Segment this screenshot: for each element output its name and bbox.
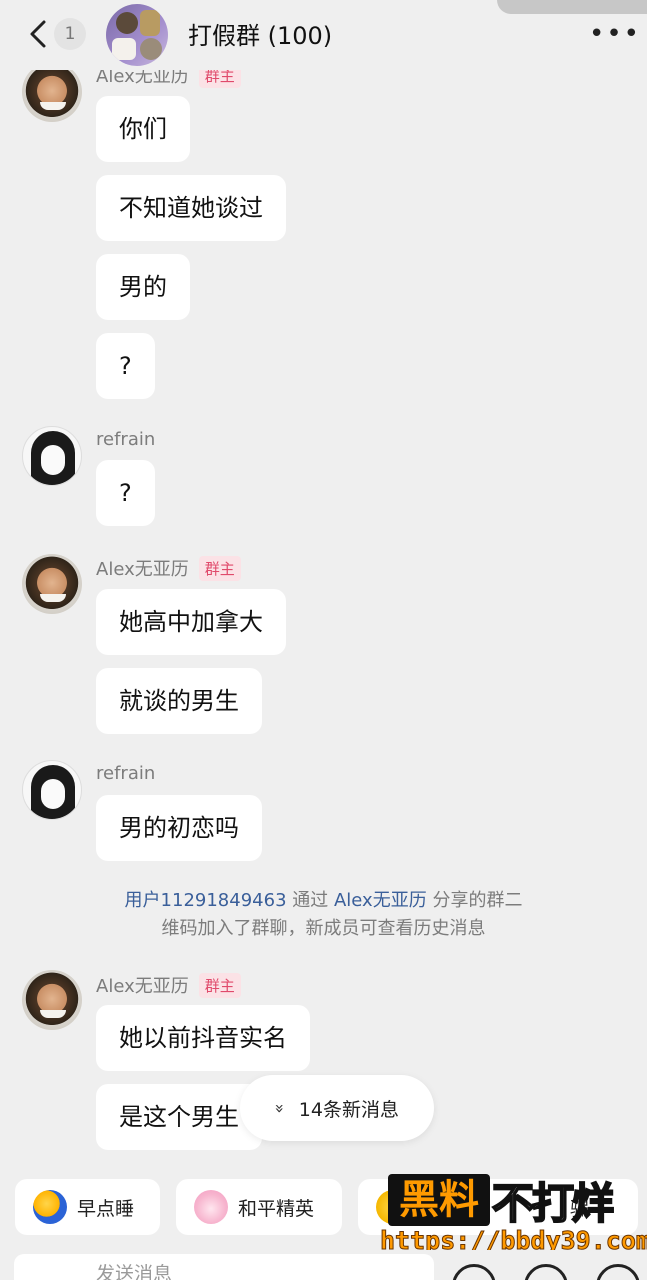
quick-reply-label: 和平精英 xyxy=(238,1197,315,1220)
plus-icon[interactable] xyxy=(596,1264,640,1280)
avatar[interactable] xyxy=(22,760,82,820)
message-bubble[interactable]: 男的初恋吗 xyxy=(96,795,262,861)
watermark-black-text: 黑料 xyxy=(388,1174,490,1226)
sender-name: Alex无亚历 群主 xyxy=(96,972,241,998)
sender-label: Alex无亚历 xyxy=(96,559,189,580)
status-pill xyxy=(497,0,647,14)
more-options-icon[interactable]: ••• xyxy=(589,21,641,47)
sender-name: refrain xyxy=(96,763,155,784)
quick-reply-chip[interactable]: 早点睡 xyxy=(15,1179,160,1235)
message-bubble[interactable]: ? xyxy=(96,460,155,526)
quick-reply-chip[interactable]: 和平精英 xyxy=(176,1179,342,1235)
joined-user-link[interactable]: 用户11291849463 xyxy=(125,890,287,911)
new-messages-label: 14条新消息 xyxy=(298,1098,399,1121)
emoji-icon[interactable] xyxy=(452,1264,496,1280)
avatar[interactable] xyxy=(22,426,82,486)
chevron-left-icon xyxy=(30,20,46,48)
watermark-white-text: 不打烊 xyxy=(491,1178,615,1229)
message-bubble[interactable]: 不知道她谈过 xyxy=(96,175,286,241)
sender-label: refrain xyxy=(96,763,156,784)
cat-emoji-icon xyxy=(194,1190,228,1224)
top-bar: 1 打假群 (100) ••• xyxy=(0,0,647,70)
system-notice-line-1: 用户11291849463 通过 Alex无亚历 分享的群二 xyxy=(60,887,587,915)
notice-text: 分享的群二 xyxy=(426,890,523,911)
sender-name: Alex无亚历 群主 xyxy=(96,555,241,581)
sharer-link[interactable]: Alex无亚历 xyxy=(334,890,427,911)
unread-count-badge: 1 xyxy=(54,18,86,50)
message-bubble[interactable]: 她以前抖音实名 xyxy=(96,1005,310,1071)
sender-label: Alex无亚历 xyxy=(96,976,189,997)
quick-reply-label: 早点睡 xyxy=(77,1197,135,1220)
system-notice: 用户11291849463 通过 Alex无亚历 分享的群二 维码加入了群聊，新… xyxy=(60,887,587,943)
owner-badge: 群主 xyxy=(198,555,241,581)
moon-emoji-icon xyxy=(33,1190,67,1224)
system-notice-line-2: 维码加入了群聊，新成员可查看历史消息 xyxy=(161,918,486,939)
input-bar: 发送消息 xyxy=(0,1250,647,1280)
message-bubble[interactable]: 你们 xyxy=(96,96,190,162)
double-chevron-down-icon: » xyxy=(270,1103,290,1113)
notice-text: 通过 xyxy=(286,890,334,911)
group-avatar[interactable] xyxy=(106,4,168,66)
sender-name: refrain xyxy=(96,429,155,450)
watermark: 黑料 不打烊 https://bbdy39.com xyxy=(380,1166,647,1262)
avatar[interactable] xyxy=(22,970,82,1030)
owner-badge: 群主 xyxy=(198,972,241,998)
message-input[interactable]: 发送消息 xyxy=(14,1254,434,1280)
sticker-icon[interactable] xyxy=(524,1264,568,1280)
message-bubble[interactable]: 就谈的男生 xyxy=(96,668,262,734)
message-bubble[interactable]: ? xyxy=(96,333,155,399)
message-bubble[interactable]: 她高中加拿大 xyxy=(96,589,286,655)
message-bubble[interactable]: 男的 xyxy=(96,254,190,320)
sender-label: refrain xyxy=(96,429,156,450)
message-bubble[interactable]: 是这个男生 xyxy=(96,1084,262,1150)
avatar[interactable] xyxy=(22,554,82,614)
new-messages-button[interactable]: » 14条新消息 xyxy=(240,1075,434,1141)
avatar[interactable] xyxy=(22,62,82,122)
group-title[interactable]: 打假群 (100) xyxy=(188,16,332,51)
